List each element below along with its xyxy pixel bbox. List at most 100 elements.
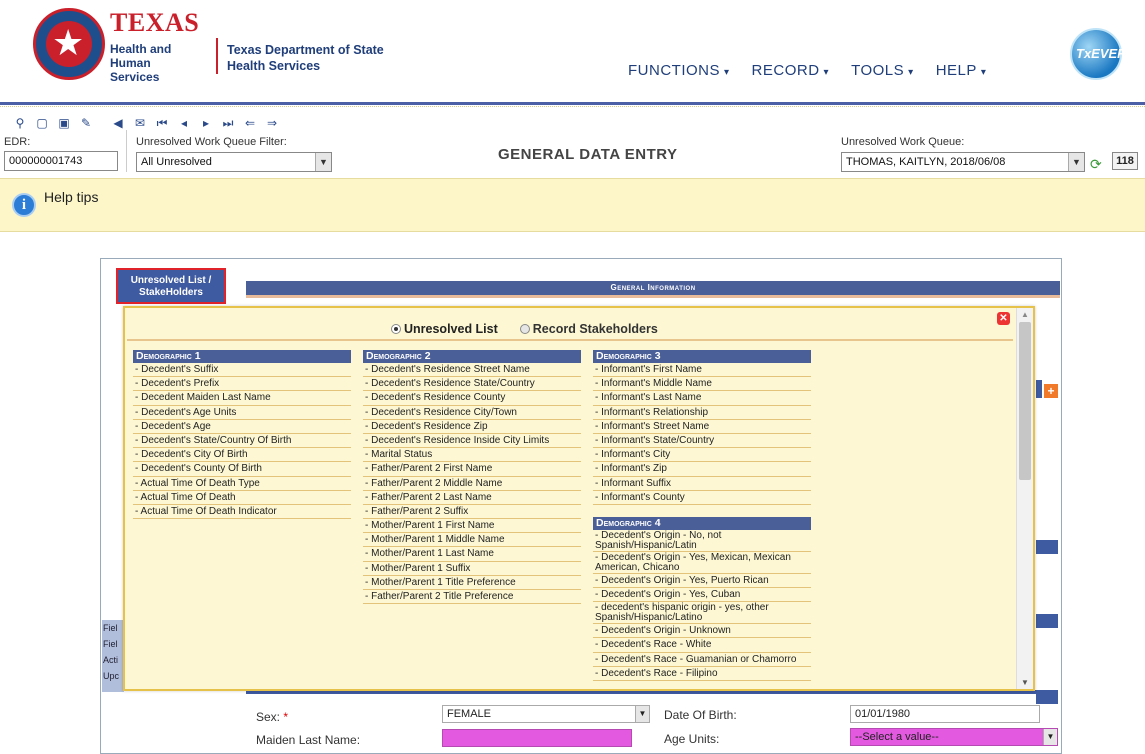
texas-seal-logo: ★ [33, 8, 105, 80]
list-item[interactable]: - Decedent's Residence Inside City Limit… [363, 434, 581, 449]
scroll-thumb[interactable] [1019, 322, 1031, 480]
scroll-down-icon[interactable]: ▼ [1021, 678, 1029, 687]
list-item[interactable]: - Decedent's Origin - Yes, Cuban [593, 588, 811, 603]
nav-tools[interactable]: TOOLS ▾ [851, 62, 914, 79]
radio-unselected-icon[interactable] [519, 324, 530, 334]
radio-selected-icon[interactable] [391, 324, 401, 334]
list-item[interactable]: - Decedent's City Of Birth [133, 448, 351, 463]
list-item[interactable]: - Informant's Zip [593, 462, 811, 477]
chevron-down-icon[interactable]: ▼ [1068, 153, 1084, 171]
list-item[interactable]: - Mother/Parent 1 Middle Name [363, 533, 581, 548]
edr-field[interactable]: 000000001743 [4, 151, 118, 171]
new-document-icon[interactable]: ▢ [34, 116, 50, 130]
list-item[interactable]: - Decedent Maiden Last Name [133, 391, 351, 406]
list-item[interactable]: - Decedent's Origin - Yes, Puerto Rican [593, 574, 811, 589]
popup-divider [127, 339, 1013, 341]
info-icon[interactable]: i [12, 193, 36, 217]
previous-record-icon[interactable]: ◂ [176, 116, 192, 130]
page-title: GENERAL DATA ENTRY [498, 146, 678, 163]
nav-help[interactable]: HELP ▾ [936, 62, 987, 79]
list-item[interactable]: - Mother/Parent 1 First Name [363, 519, 581, 534]
list-item[interactable]: - Decedent's Race - Guamanian or Chamorr… [593, 653, 811, 667]
close-icon[interactable]: ✕ [997, 312, 1010, 325]
maiden-last-name-label: Maiden Last Name: [256, 733, 361, 747]
list-item[interactable]: - Informant's Relationship [593, 406, 811, 420]
forward-arrow-icon[interactable]: ⇒ [264, 116, 280, 130]
last-record-icon[interactable]: ⏭ [220, 116, 236, 130]
list-item[interactable]: - Decedent's Age [133, 420, 351, 434]
texas-wordmark: TEXAS [110, 8, 200, 37]
demographic-3-header: Demographic 3 [593, 350, 811, 363]
date-of-birth-label: Date Of Birth: [664, 708, 737, 722]
chevron-down-icon[interactable]: ▼ [1043, 729, 1057, 745]
age-units-select[interactable]: --Select a value-- ▼ [850, 728, 1058, 746]
list-item[interactable]: - Mother/Parent 1 Last Name [363, 547, 581, 562]
list-item[interactable]: - decedent's hispanic origin - yes, othe… [593, 602, 811, 625]
left-side-strip: Fiel Fiel Acti Upc [102, 620, 124, 692]
list-item[interactable]: - Decedent's Residence County [363, 391, 581, 406]
flag-icon[interactable]: ◀ [110, 116, 126, 130]
sex-select[interactable]: FEMALE ▼ [442, 705, 650, 723]
save-icon[interactable]: ▣ [56, 116, 72, 130]
list-item[interactable]: - Decedent's Residence Street Name [363, 363, 581, 378]
list-item[interactable]: - Decedent's Origin - Unknown [593, 624, 811, 639]
unresolved-stakeholders-tab[interactable]: Unresolved List / StakeHolders [116, 268, 226, 304]
radio-record-stakeholders[interactable]: Record Stakeholders [519, 322, 658, 336]
list-item[interactable]: - Informant's Middle Name [593, 377, 811, 392]
list-item[interactable]: - Mother/Parent 1 Title Preference [363, 576, 581, 590]
scroll-up-icon[interactable]: ▲ [1021, 310, 1029, 319]
list-item[interactable]: - Decedent's Prefix [133, 377, 351, 392]
list-item[interactable]: - Decedent's Suffix [133, 363, 351, 378]
list-item[interactable]: - Informant's County [593, 491, 811, 505]
back-arrow-icon[interactable]: ⇐ [242, 116, 258, 130]
chevron-down-icon[interactable]: ▼ [315, 153, 331, 171]
list-item[interactable]: - Decedent's Residence Zip [363, 420, 581, 434]
list-item[interactable]: - Decedent's Residence City/Town [363, 406, 581, 420]
work-queue-filter-select[interactable]: All Unresolved ▼ [136, 152, 332, 172]
help-tips-bar: i Help tips [0, 178, 1145, 232]
list-item[interactable]: - Father/Parent 2 Middle Name [363, 477, 581, 491]
list-item[interactable]: - Father/Parent 2 Last Name [363, 491, 581, 505]
list-item[interactable]: - Mother/Parent 1 Suffix [363, 562, 581, 576]
list-item[interactable]: - Decedent's Race - White [593, 638, 811, 653]
section-bar [1036, 614, 1058, 628]
refresh-icon[interactable]: ⟳ [1090, 156, 1102, 173]
nav-functions[interactable]: FUNCTIONS ▾ [628, 62, 730, 79]
list-item[interactable]: - Actual Time Of Death Indicator [133, 505, 351, 520]
main-nav: FUNCTIONS ▾ RECORD ▾ TOOLS ▾ HELP ▾ [628, 62, 1008, 79]
list-item[interactable]: - Decedent's Residence State/Country [363, 377, 581, 392]
list-item[interactable]: - Actual Time Of Death [133, 491, 351, 505]
maiden-last-name-input[interactable] [442, 729, 632, 747]
list-item[interactable]: - Decedent's Origin - Yes, Mexican, Mexi… [593, 552, 811, 574]
date-of-birth-input[interactable]: 01/01/1980 [850, 705, 1040, 723]
list-item[interactable]: - Actual Time Of Death Type [133, 477, 351, 491]
list-item[interactable]: - Father/Parent 2 Title Preference [363, 590, 581, 605]
first-record-icon[interactable]: ⏮ [154, 116, 170, 130]
work-queue-select[interactable]: THOMAS, KAITLYN, 2018/06/08 ▼ [841, 152, 1085, 172]
list-item[interactable]: - Decedent's County Of Birth [133, 462, 351, 477]
radio-unresolved-list[interactable]: Unresolved List [391, 322, 498, 336]
popup-scrollbar[interactable]: ▲ ▼ [1016, 308, 1033, 689]
list-item[interactable]: - Decedent's Age Units [133, 406, 351, 420]
list-item[interactable]: - Decedent's State/Country Of Birth [133, 434, 351, 449]
edr-label: EDR: [4, 136, 31, 148]
list-item[interactable]: - Father/Parent 2 First Name [363, 462, 581, 477]
list-item[interactable]: - Informant's First Name [593, 363, 811, 378]
list-item[interactable]: - Father/Parent 2 Suffix [363, 505, 581, 520]
nav-record[interactable]: RECORD ▾ [752, 62, 830, 79]
next-record-icon[interactable]: ▸ [198, 116, 214, 130]
list-item[interactable]: - Marital Status [363, 448, 581, 463]
chevron-down-icon[interactable]: ▼ [635, 706, 649, 722]
list-item[interactable]: - Informant's City [593, 448, 811, 463]
add-icon[interactable]: + [1044, 384, 1058, 398]
list-item[interactable]: - Informant's Last Name [593, 391, 811, 406]
mail-icon[interactable]: ✉ [132, 116, 148, 130]
list-item[interactable]: - Decedent's Origin - No, not Spanish/Hi… [593, 530, 811, 552]
eraser-icon[interactable]: ✎ [78, 116, 94, 130]
list-item[interactable]: - Informant's State/Country [593, 434, 811, 449]
search-icon[interactable]: ⚲ [12, 116, 28, 130]
list-item[interactable]: - Decedent's Race - Filipino [593, 667, 811, 681]
help-tips-label[interactable]: Help tips [44, 189, 98, 205]
list-item[interactable]: - Informant Suffix [593, 477, 811, 491]
list-item[interactable]: - Informant's Street Name [593, 420, 811, 434]
